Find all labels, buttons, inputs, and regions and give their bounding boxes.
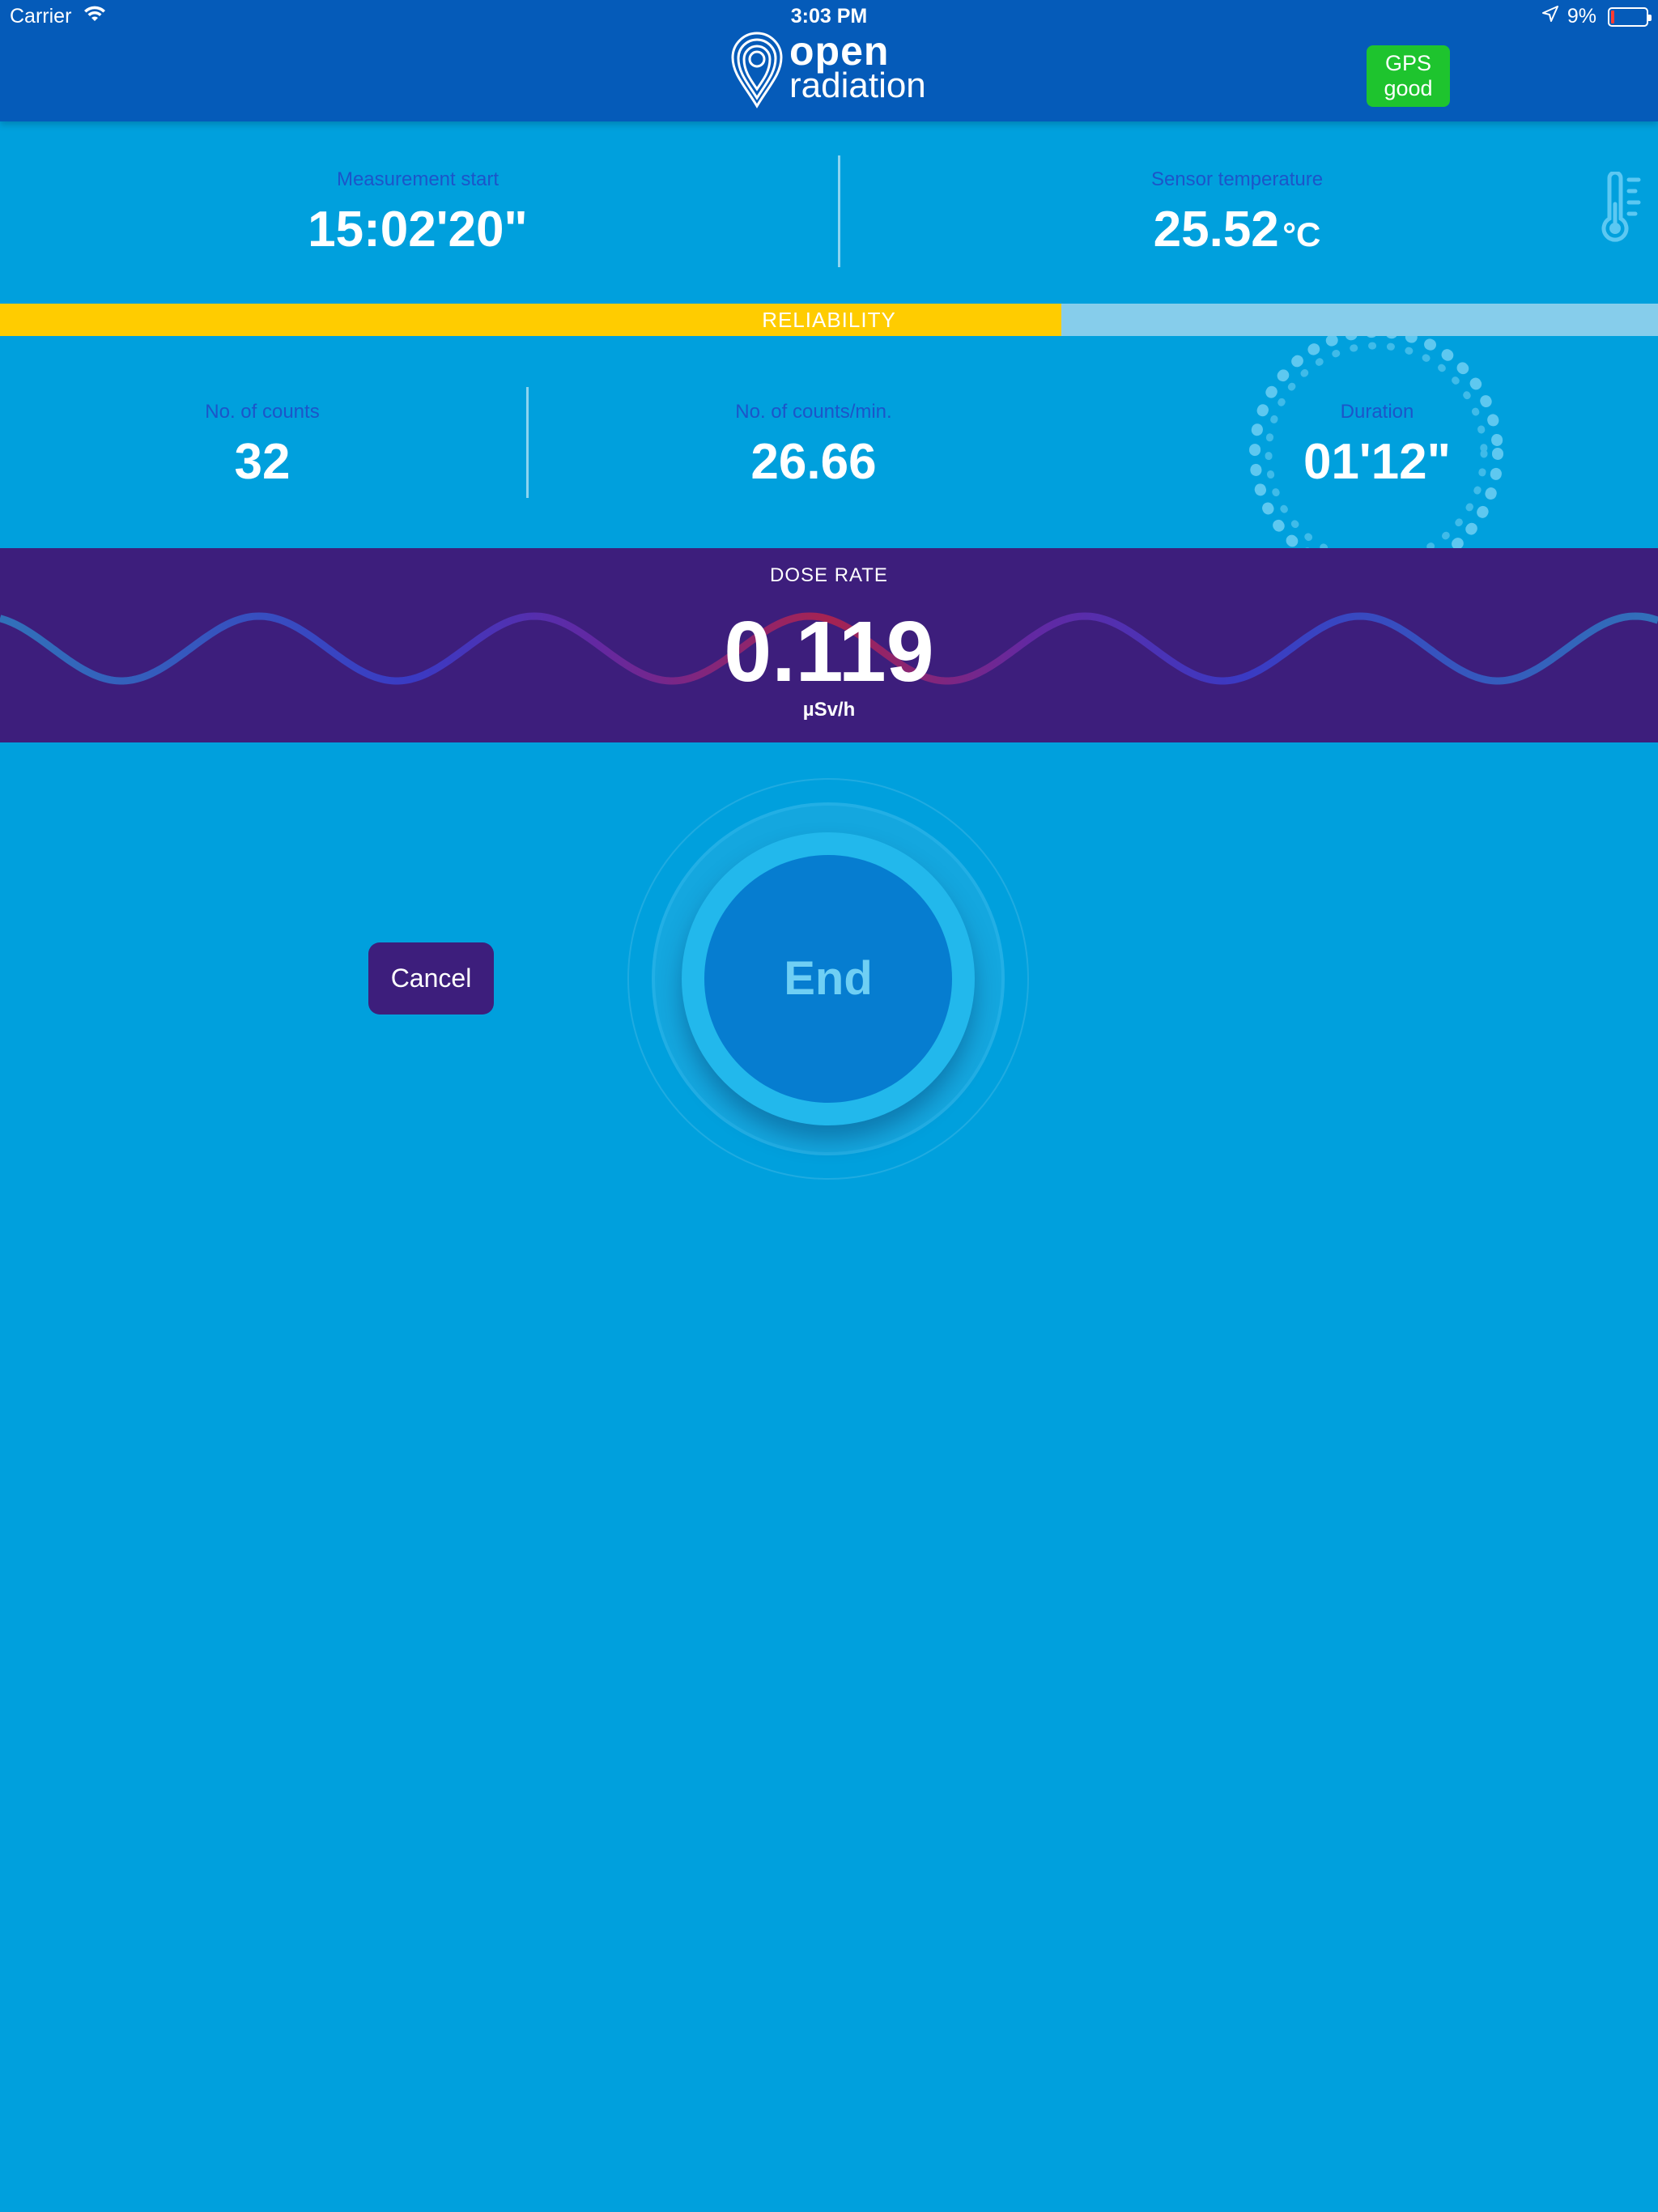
dose-rate-panel: DOSE RATE 0.119 µSv/h [0, 548, 1658, 742]
battery-level [1611, 10, 1614, 23]
sensor-temperature-value: 25.52 [1153, 202, 1279, 257]
counts-per-minute-label: No. of counts/min. [735, 401, 892, 423]
end-button[interactable]: End [704, 855, 952, 1103]
open-radiation-logo: open radiation [729, 29, 931, 110]
gps-status-badge: GPS good [1367, 45, 1450, 107]
measurement-info: Measurement start 15:02'20" Sensor tempe… [0, 121, 1658, 304]
dose-rate-unit: µSv/h [802, 699, 856, 721]
cancel-button[interactable]: Cancel [368, 942, 494, 1015]
sensor-temperature-unit: °C [1282, 215, 1321, 253]
status-right: 9% [1541, 5, 1652, 28]
info-divider [838, 155, 840, 267]
end-button-container: End [623, 774, 1033, 1184]
logo-radiation-text: radiation [789, 66, 926, 105]
location-arrow-icon [1541, 5, 1559, 28]
counts-section: No. of counts 32 No. of counts/min. 26.6… [0, 336, 1658, 548]
duration-label: Duration [1340, 401, 1414, 423]
dose-rate-label: DOSE RATE [770, 564, 888, 586]
counts-divider [526, 387, 529, 498]
status-time: 3:03 PM [790, 5, 868, 28]
map-pin-icon [731, 32, 783, 108]
measurement-start-value: 15:02'20" [308, 202, 528, 257]
reliability-label: RELIABILITY [762, 308, 896, 332]
app-header: Carrier 3:03 PM 9% open radiation GPS go… [0, 0, 1658, 121]
measurement-start-label: Measurement start [336, 168, 500, 190]
thermometer-icon [1598, 170, 1643, 249]
counts-label: No. of counts [205, 401, 320, 423]
sensor-temperature-readout: 25.52 °C [1075, 201, 1399, 258]
battery-percent: 9% [1567, 5, 1596, 28]
logo-wordmark: open radiation [789, 31, 926, 104]
gps-quality: good [1384, 76, 1433, 100]
counts-value: 32 [234, 434, 291, 490]
sensor-temperature-label: Sensor temperature [1150, 168, 1324, 190]
counts-per-minute-value: 26.66 [750, 434, 877, 490]
reliability-bar: RELIABILITY [0, 304, 1658, 336]
gps-label: GPS [1384, 51, 1432, 75]
dose-rate-value: 0.119 [724, 604, 934, 700]
battery-icon [1608, 6, 1652, 27]
duration-value: 01'12" [1303, 434, 1452, 490]
